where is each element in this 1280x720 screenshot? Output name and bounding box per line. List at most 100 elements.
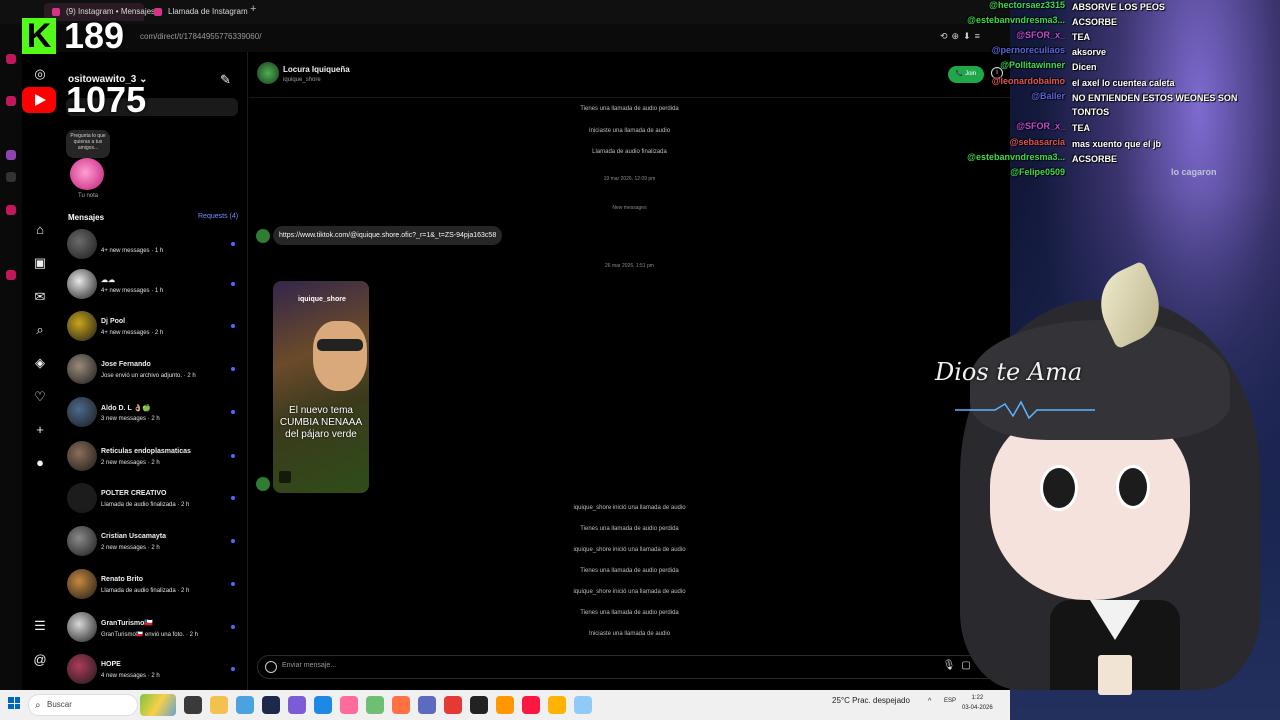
chat-text: ACSORBE (1072, 154, 1118, 164)
search-highlight-image[interactable] (140, 694, 176, 716)
my-note-avatar[interactable] (70, 158, 104, 190)
chat-username: @Felipe0509 (1010, 167, 1065, 177)
unread-dot (231, 242, 235, 246)
timestamp: 26 mar 2026, 1:51 pm (605, 263, 654, 269)
message-composer[interactable]: Enviar mensaje... 🎙▢☺ (257, 655, 1002, 679)
conversation-row[interactable]: GranTurismo🇨🇱 GranTurismo🇨🇱 envió una fot… (58, 607, 248, 649)
chat-header: Locura Iquiqueña iquique_shore 📞 Join i (249, 52, 1010, 98)
search-icon[interactable]: ⌕ (32, 322, 48, 338)
menu-icon[interactable]: ☰ (32, 618, 48, 634)
conversation-row[interactable]: HOPE 4 new messages · 2 h (58, 649, 248, 690)
app-side-icon[interactable] (6, 270, 16, 280)
system-message: Tienes una llamada de audio perdida (580, 610, 679, 616)
conversation-name: Cristian Uscamayta (101, 533, 166, 540)
system-message: iquique_shore inició una llamada de audi… (573, 505, 686, 511)
messages-icon[interactable]: ✉ (32, 289, 48, 305)
instagram-side-icon[interactable] (6, 96, 16, 106)
conversation-avatar (67, 229, 97, 259)
url-text[interactable]: com/direct/t/17844955776339060/ (140, 32, 261, 41)
emoji-icon[interactable] (265, 661, 277, 673)
taskbar-search[interactable]: ⌕ Buscar (28, 694, 138, 716)
messages-heading: Mensajes (68, 213, 105, 222)
app-icon[interactable] (366, 696, 384, 714)
conversation-avatar (67, 311, 97, 341)
app-sidebar (0, 0, 22, 690)
clock-date: 03-04-2026 (962, 705, 993, 711)
youtube-viewers: 1075 (66, 79, 147, 120)
opera-icon[interactable] (522, 696, 540, 714)
conversation-row[interactable]: Dj Pool 4+ new messages · 2 h (58, 306, 248, 348)
conversation-avatar (67, 483, 97, 513)
app-icon[interactable] (236, 696, 254, 714)
note-bubble[interactable]: Pregunta lo que quieras a tus amigos... (66, 130, 110, 158)
home-icon[interactable]: ⌂ (32, 222, 48, 238)
threads-icon[interactable]: @ (32, 652, 48, 668)
conversation-row[interactable]: Jose Fernando Jose envió un archivo adjun… (58, 349, 248, 391)
conversation-row[interactable]: Aldo D. L 👌🏼🍏 3 new messages · 2 h (58, 392, 248, 434)
app-icon[interactable] (288, 696, 306, 714)
conversation-row[interactable]: Renato Brito Llamada de audio finalizada … (58, 564, 248, 606)
tray-arrow-icon[interactable]: ^ (928, 698, 931, 705)
weather-widget[interactable]: 25°C Prac. despejado (832, 696, 910, 705)
compose-icon[interactable]: ✎ (220, 72, 231, 88)
reels-icon[interactable]: ▣ (32, 255, 48, 271)
app-icon[interactable] (340, 696, 358, 714)
unread-dot (231, 625, 235, 629)
link-message[interactable]: https://www.tiktok.com/@iquique.shore.of… (273, 226, 503, 245)
conversation-row[interactable]: Cristian Uscamayta 2 new messages · 2 h (58, 521, 248, 563)
conversation-row[interactable]: 4+ new messages · 1 h (58, 224, 248, 266)
create-plus-icon[interactable]: + (32, 422, 48, 438)
app-icon[interactable] (496, 696, 514, 714)
instagram-side-icon[interactable] (6, 54, 16, 64)
twitch-side-icon[interactable] (6, 150, 16, 160)
chat-avatar[interactable] (257, 62, 279, 84)
clock[interactable]: 1:22 03-04-2026 (962, 693, 993, 713)
edge-icon[interactable] (314, 696, 332, 714)
kick-viewers: 189 (64, 15, 125, 56)
task-view-icon[interactable] (184, 696, 202, 714)
x-side-icon[interactable] (6, 172, 16, 182)
system-message: Iniciaste una llamada de audio (588, 631, 671, 637)
app-icon[interactable] (574, 696, 592, 714)
app-icon[interactable] (418, 696, 436, 714)
taskbar-search-text[interactable]: Buscar (47, 700, 72, 709)
notifications-heart-icon[interactable]: ♡ (32, 389, 48, 405)
conversation-name: GranTurismo🇨🇱 (101, 620, 154, 627)
chat-title[interactable]: Locura Iquiqueña (283, 65, 350, 74)
message-input[interactable]: Enviar mensaje... (282, 662, 336, 669)
browser-tab-call[interactable]: Llamada de Instagram (146, 3, 248, 21)
conversation-avatar (67, 269, 97, 299)
chat-text: aksorve (1072, 47, 1107, 57)
shared-reel[interactable]: iquique_shore El nuevo tema CUMBIA NENAA… (273, 281, 369, 493)
system-message: iquique_shore inició una llamada de audi… (573, 589, 686, 595)
profile-avatar-icon[interactable]: ● (32, 455, 48, 471)
instagram-side-icon[interactable] (6, 205, 16, 215)
chat-username: @sebasarcia (1009, 137, 1065, 147)
sticker-image (1098, 655, 1132, 695)
unread-dot (231, 539, 235, 543)
language-indicator[interactable]: ESP (944, 698, 956, 704)
chat-username: @leonardobaimo (991, 76, 1065, 86)
conversation-row[interactable]: POLTER CREATIVO Llamada de audio finaliza… (58, 478, 248, 520)
conversation-row[interactable]: ☁☁ 4+ new messages · 1 h (58, 264, 248, 306)
chat-username: @Baller (1031, 91, 1065, 101)
requests-link[interactable]: Requests (4) (198, 213, 238, 220)
chat-username: @SFOR_x_ (1016, 30, 1065, 40)
conversation-preview: Jose envió un archivo adjunto. · 2 h (101, 373, 196, 379)
app-icon[interactable] (262, 696, 280, 714)
app-icon[interactable] (548, 696, 566, 714)
address-bar[interactable]: com/direct/t/17844955776339060/ (0, 24, 1010, 52)
obs-icon[interactable] (470, 696, 488, 714)
firefox-icon[interactable] (392, 696, 410, 714)
windows-start-icon[interactable] (8, 697, 20, 709)
youtube-viewer-counter: 1075 (22, 79, 147, 120)
conversation-row[interactable]: Reticulas endoplasmaticas 2 new messages … (58, 436, 248, 478)
conversation-avatar (67, 441, 97, 471)
new-tab-button[interactable]: + (250, 3, 256, 15)
windows-taskbar: ⌕ Buscar 25°C Prac. despejado ^ ESP 1:22… (0, 690, 1010, 720)
unread-dot (231, 667, 235, 671)
chrome-icon[interactable] (444, 696, 462, 714)
explore-icon[interactable]: ◈ (32, 355, 48, 371)
conversation-preview: 2 new messages · 2 h (101, 460, 160, 466)
file-explorer-icon[interactable] (210, 696, 228, 714)
